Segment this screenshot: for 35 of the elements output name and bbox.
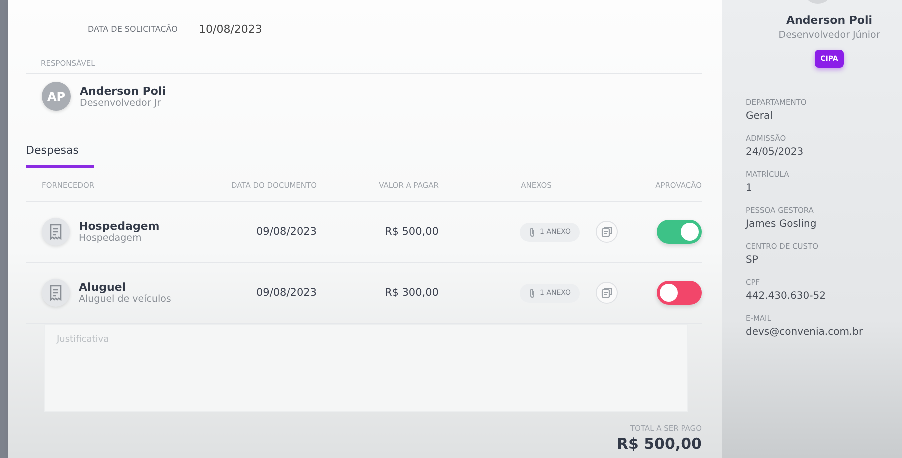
field-value: 10/08/2023	[199, 22, 262, 36]
total-value: R$ 500,00	[616, 435, 702, 453]
approval-toggle[interactable]	[657, 281, 702, 305]
supplier-name: Hospedagem	[79, 220, 160, 233]
field-value: Geral	[746, 111, 774, 122]
responsible-role: Desenvolvedor Jr	[80, 98, 162, 108]
field-value: James Gosling	[746, 219, 818, 230]
supplier-name: Aluguel	[79, 281, 128, 294]
attachment-view-button[interactable]	[596, 282, 618, 304]
supplier-category: Aluguel de veículos	[79, 294, 172, 305]
receipt-icon	[49, 224, 63, 240]
approval-toggle[interactable]	[657, 220, 702, 244]
avatar: AP	[42, 82, 71, 111]
tab[interactable]: Despesas	[26, 144, 94, 168]
attachment-view-button[interactable]	[596, 221, 618, 243]
field-value: devs@convenia.com.br	[746, 327, 864, 338]
profile-name: Anderson Poli	[786, 14, 873, 27]
supplier-category: Hospedagem	[79, 233, 143, 244]
documents-icon	[601, 226, 613, 238]
receipt-icon	[49, 285, 63, 301]
field-value: 1	[746, 183, 754, 194]
paperclip-icon	[529, 226, 536, 238]
field-value: 442.430.630-52	[746, 291, 827, 302]
profile-role: Desenvolvedor Júnior	[778, 30, 880, 41]
paperclip-icon	[529, 288, 536, 298]
document-date: 09/08/2023	[255, 287, 317, 299]
document-date: 09/08/2023	[255, 226, 317, 238]
amount: R$ 300,00	[384, 287, 439, 299]
responsible-name: Anderson Poli	[80, 84, 166, 98]
field-value: SP	[746, 255, 760, 266]
field-label: DATA DE SOLICITAÇÃO	[88, 24, 179, 34]
documents-icon	[601, 287, 613, 299]
justification-field[interactable]: Justificativa	[44, 324, 688, 412]
field-value: 24/05/2023	[746, 147, 805, 158]
amount: R$ 500,00	[384, 226, 439, 238]
